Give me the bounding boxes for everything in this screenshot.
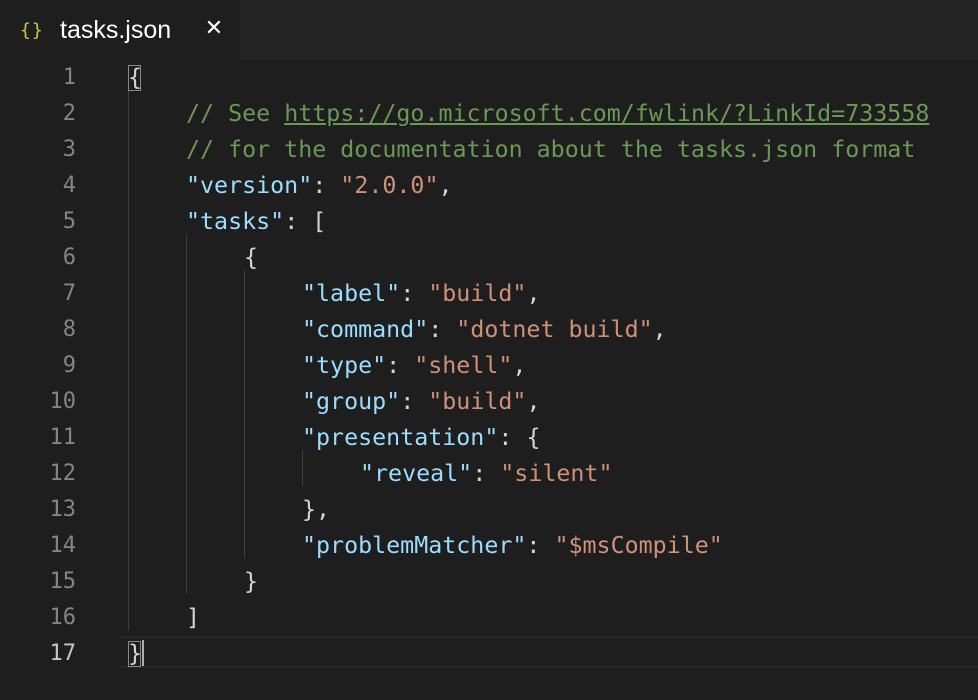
line-number: 8: [62, 317, 76, 342]
json-key: "tasks": [186, 208, 285, 235]
separator: :: [400, 388, 429, 415]
code-editor-window: {} tasks.json ✕ 1 2 3 4 5 6 7 8 9 10 11 …: [0, 0, 978, 700]
separator: :: [284, 208, 313, 235]
line-number: 11: [49, 425, 77, 450]
separator: :: [386, 352, 415, 379]
json-key: "group": [302, 388, 401, 415]
json-value: "shell": [414, 352, 513, 379]
tab-title: tasks.json: [60, 15, 172, 44]
separator: :: [312, 172, 341, 199]
separator: :: [526, 532, 555, 559]
line-number-active: 17: [49, 641, 77, 666]
json-value: "silent": [500, 460, 613, 487]
indent-guide: [244, 270, 245, 558]
json-value: "dotnet build": [456, 316, 653, 343]
close-brace: }: [128, 640, 143, 667]
code-line: }: [244, 564, 258, 600]
line-number-gutter: 1 2 3 4 5 6 7 8 9 10 11 12 13 14 15 16 1…: [0, 60, 80, 700]
comment-link[interactable]: https://go.microsoft.com/fwlink/?LinkId=…: [284, 100, 929, 127]
line-number: 14: [49, 533, 77, 558]
code-line: "problemMatcher": "$msCompile": [302, 528, 723, 564]
json-key: "command": [302, 316, 429, 343]
line-number: 3: [62, 137, 76, 162]
comma: ,: [512, 352, 527, 379]
code-line: },: [302, 492, 330, 528]
line-number: 5: [62, 209, 76, 234]
json-value: "build": [428, 280, 527, 307]
line-number: 2: [62, 101, 76, 126]
code-line: {: [244, 240, 258, 276]
json-key: "reveal": [360, 460, 473, 487]
code-line: "reveal": "silent": [360, 456, 613, 492]
json-value: "$msCompile": [554, 532, 723, 559]
separator: :: [498, 424, 527, 451]
tab-tasks-json[interactable]: {} tasks.json ✕: [0, 0, 240, 60]
line-number: 9: [62, 353, 76, 378]
separator: :: [400, 280, 429, 307]
json-key: "version": [186, 172, 313, 199]
code-line: }: [128, 636, 142, 672]
current-line-highlight: [120, 636, 978, 668]
code-line: "type": "shell",: [302, 348, 526, 384]
code-line: "label": "build",: [302, 276, 540, 312]
json-key: "label": [302, 280, 401, 307]
separator: :: [428, 316, 457, 343]
comma: ,: [652, 316, 667, 343]
line-number: 1: [62, 65, 76, 90]
json-value: "build": [428, 388, 527, 415]
line-number: 10: [49, 389, 77, 414]
code-line: "group": "build",: [302, 384, 540, 420]
indent-guide: [186, 234, 187, 594]
open-brace: {: [526, 424, 541, 451]
code-line: "command": "dotnet build",: [302, 312, 667, 348]
close-bracket: ]: [186, 604, 201, 631]
line-number: 15: [49, 569, 77, 594]
json-braces-icon: {}: [20, 19, 44, 41]
close-brace: }: [244, 568, 259, 595]
code-line: // See https://go.microsoft.com/fwlink/?…: [186, 96, 929, 132]
line-number: 16: [49, 605, 77, 630]
comma: ,: [526, 388, 541, 415]
open-brace: {: [244, 244, 259, 271]
indent-guide: [128, 90, 129, 630]
code-line: "version": "2.0.0",: [186, 168, 453, 204]
comment: // for the documentation about the tasks…: [186, 136, 916, 163]
code-line: "presentation": {: [302, 420, 540, 456]
json-value: "2.0.0": [340, 172, 439, 199]
comma: ,: [526, 280, 541, 307]
separator: :: [472, 460, 501, 487]
comment: // See: [186, 100, 285, 127]
line-number: 13: [49, 497, 77, 522]
open-brace: {: [128, 64, 143, 91]
code-line: "tasks": [: [186, 204, 326, 240]
code-line: {: [128, 60, 142, 96]
json-key: "type": [302, 352, 387, 379]
json-key: "presentation": [302, 424, 499, 451]
json-key: "problemMatcher": [302, 532, 527, 559]
code-line: // for the documentation about the tasks…: [186, 132, 915, 168]
tab-bar: {} tasks.json ✕: [0, 0, 978, 60]
text-cursor: [142, 640, 144, 666]
open-bracket: [: [312, 208, 327, 235]
comma: ,: [438, 172, 453, 199]
line-number: 12: [49, 461, 77, 486]
editor-area[interactable]: 1 2 3 4 5 6 7 8 9 10 11 12 13 14 15 16 1…: [0, 60, 978, 700]
code-line: ]: [186, 600, 200, 636]
line-number: 7: [62, 281, 76, 306]
close-brace: },: [302, 496, 331, 523]
line-number: 4: [62, 173, 76, 198]
close-icon[interactable]: ✕: [202, 14, 226, 44]
line-number: 6: [62, 245, 76, 270]
